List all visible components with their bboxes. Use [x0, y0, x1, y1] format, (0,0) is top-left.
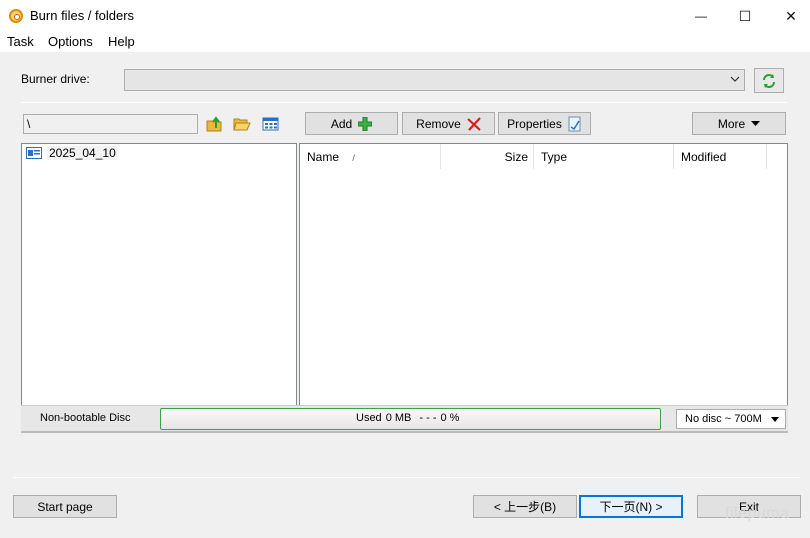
column-size[interactable]: Size [441, 144, 534, 169]
chevron-down-icon [730, 74, 740, 84]
file-list[interactable]: Name / Size Type Modified [299, 143, 788, 406]
next-button[interactable]: 下一页(N) > [579, 495, 683, 518]
more-button[interactable]: More [692, 112, 786, 135]
red-x-icon [467, 116, 481, 131]
open-folder-icon [233, 118, 251, 131]
add-button[interactable]: Add [305, 112, 398, 135]
remove-button-label: Remove [416, 116, 461, 131]
used-label: Used [356, 412, 382, 424]
watermark: filepuma [725, 505, 790, 522]
menu-task[interactable]: Task [7, 34, 34, 49]
open-folder-button[interactable] [233, 115, 251, 133]
separator [13, 477, 800, 478]
refresh-icon [763, 73, 775, 88]
properties-button-label: Properties [507, 116, 562, 131]
menu-bar: Task Options Help [0, 32, 810, 52]
window-title: Burn files / folders [30, 8, 135, 23]
document-properties-icon [568, 116, 581, 131]
maximize-icon: ☐ [738, 7, 752, 24]
menu-help[interactable]: Help [108, 34, 135, 49]
properties-button[interactable]: Properties [498, 112, 591, 135]
folder-tree[interactable]: 2025_04_10 [21, 143, 297, 406]
start-page-button[interactable]: Start page [13, 495, 117, 518]
tree-item-label: 2025_04_10 [47, 146, 118, 160]
disc-type-label: Non-bootable Disc [40, 412, 131, 424]
minimize-button[interactable]: — [678, 0, 724, 32]
usage-text: Used 0 MB - - - 0 % [356, 412, 459, 424]
menu-options[interactable]: Options [48, 34, 93, 49]
column-type[interactable]: Type [534, 144, 674, 169]
view-mode-button[interactable] [262, 115, 280, 133]
disc-capacity-value: No disc ~ 700M [685, 413, 762, 425]
plus-icon [358, 116, 373, 131]
used-value: 0 MB [385, 412, 412, 424]
capacity-progress-bar: Used 0 MB - - - 0 % [160, 408, 661, 430]
disc-folder-icon [26, 147, 42, 159]
sort-indicator-icon: / [352, 153, 355, 163]
column-name[interactable]: Name / [300, 144, 441, 169]
separator [21, 102, 787, 103]
back-button[interactable]: < 上一步(B) [473, 495, 577, 518]
add-button-label: Add [330, 116, 353, 131]
close-button[interactable]: ✕ [768, 0, 810, 32]
more-button-label: More [717, 116, 746, 131]
title-bar: Burn files / folders — ☐ ✕ [0, 0, 810, 32]
minimize-icon: — [695, 9, 707, 23]
current-path-field[interactable]: \ [23, 114, 198, 134]
caret-down-icon [751, 120, 761, 126]
close-icon: ✕ [785, 7, 797, 24]
folder-up-icon [206, 116, 222, 132]
maximize-button[interactable]: ☐ [722, 0, 768, 32]
folder-up-button[interactable] [206, 115, 224, 133]
remove-button[interactable]: Remove [402, 112, 495, 135]
used-percent: 0 % [440, 412, 460, 424]
refresh-drives-button[interactable] [754, 68, 784, 93]
caret-down-icon [771, 417, 779, 422]
column-modified[interactable]: Modified [674, 144, 767, 169]
burner-drive-label: Burner drive: [21, 72, 90, 86]
column-name-label: Name [307, 150, 340, 164]
tree-item[interactable]: 2025_04_10 [26, 146, 118, 160]
disc-capacity-select[interactable]: No disc ~ 700M [676, 409, 786, 429]
disc-icon [9, 9, 23, 23]
burner-drive-select[interactable] [124, 69, 745, 91]
usage-separator: - - - [419, 412, 437, 424]
grid-view-icon [262, 117, 279, 131]
